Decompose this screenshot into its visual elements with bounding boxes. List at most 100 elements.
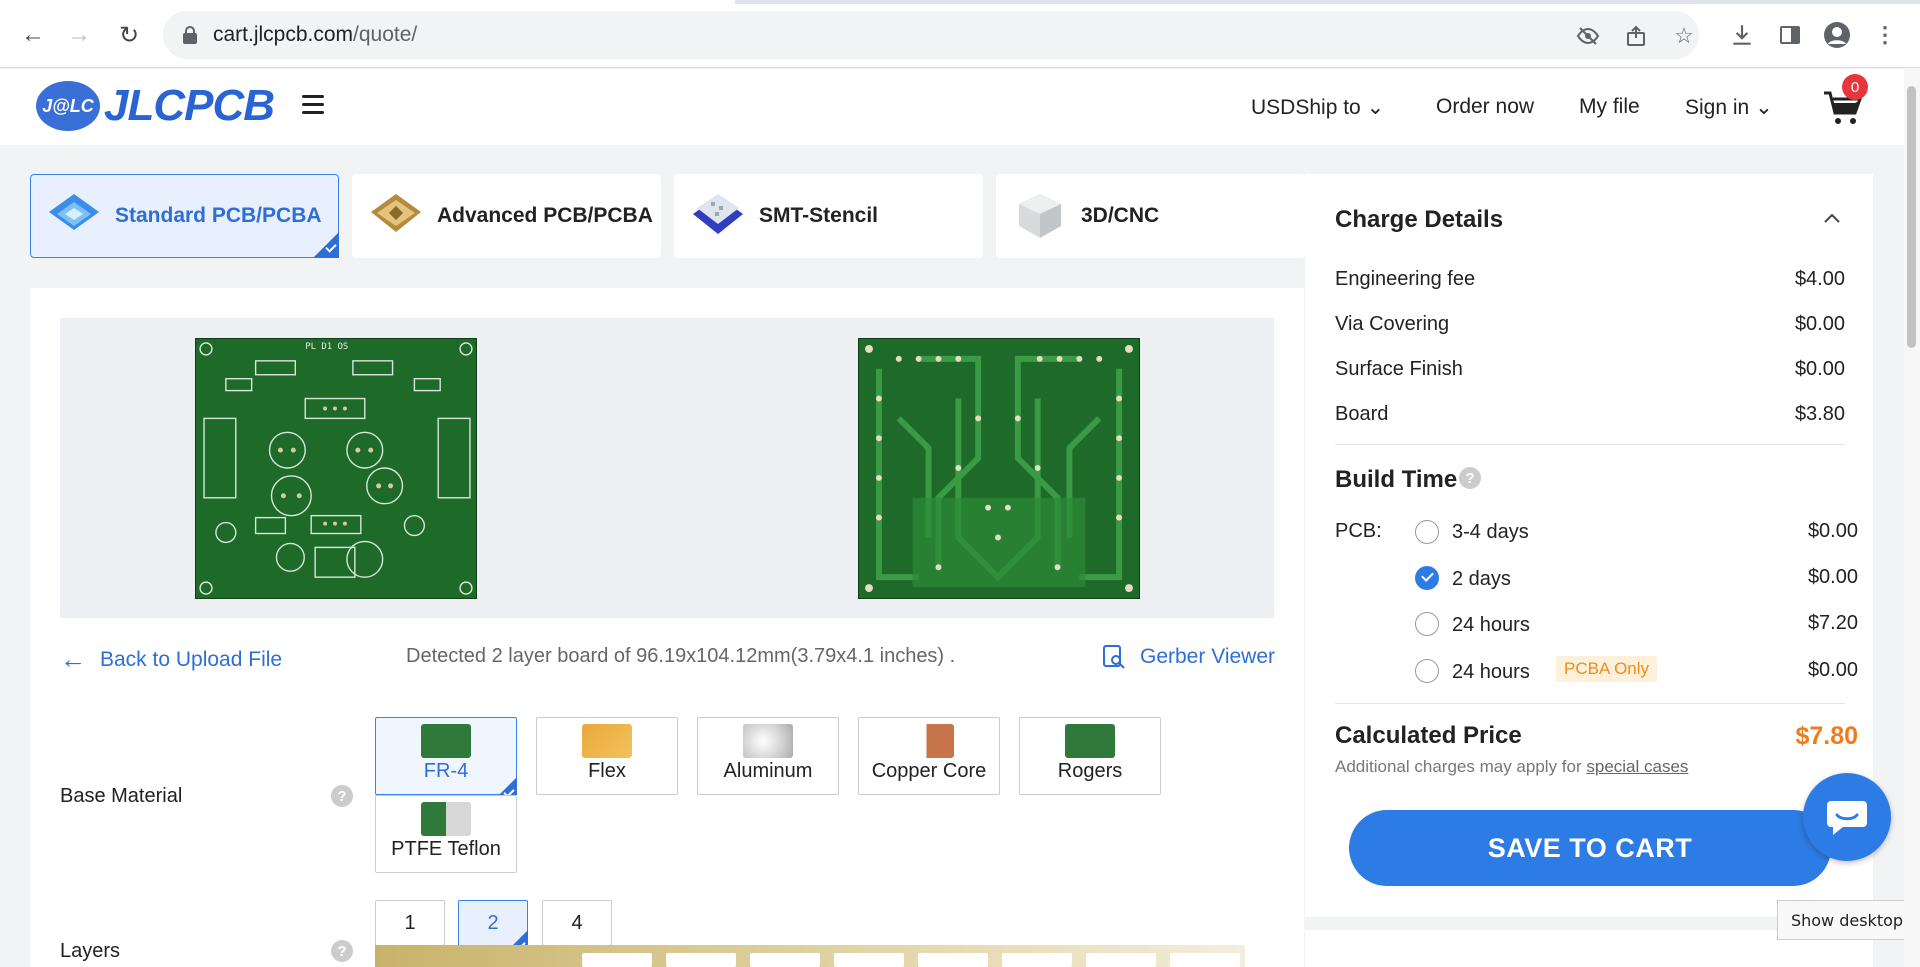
calculated-price-note: Additional charges may apply for special… [1335,757,1688,777]
save-to-cart-button[interactable]: SAVE TO CART [1349,810,1831,886]
url-host: cart.jlcpcb.com [213,23,354,46]
build-option-price: $7.20 [1807,612,1858,634]
charge-details-title: Charge Details [1335,206,1504,233]
calculated-price-title: Calculated Price [1335,722,1522,749]
hamburger-menu-icon[interactable] [296,91,326,121]
chat-button[interactable] [1803,773,1891,861]
special-cases-link[interactable]: special cases [1586,757,1688,776]
fee-value: $4.00 [1794,268,1845,290]
jlcpcb-logo[interactable]: J@LC JLCPCB [36,78,275,134]
forward-arrow-icon[interactable]: → [62,18,96,52]
back-link-label: Back to Upload File [100,647,283,671]
fee-value: $0.00 [1794,358,1845,380]
fee-label: Engineering fee [1335,268,1476,290]
currency-ship-to-dropdown[interactable]: USDShip to ⌄ [1251,95,1384,120]
currency-label: USDShip to [1251,96,1361,119]
material-label: FR-4 [423,760,469,782]
selected-check-icon [512,930,528,946]
scrollbar-thumb[interactable] [1907,86,1916,348]
detected-board-text: Detected 2 layer board of 96.19x104.12mm… [406,645,956,667]
radio-3-4-days[interactable] [1415,520,1439,544]
help-icon[interactable]: ? [331,940,353,962]
browser-toolbar: ← → ↻ cart.jlcpcb.com/quote/ ☆ ⋮ [0,0,1920,68]
help-icon[interactable]: ? [331,785,353,807]
chevron-up-icon[interactable] [1822,208,1842,228]
download-icon[interactable] [1727,20,1757,50]
material-flex[interactable]: Flex [536,717,678,795]
advanced-pcb-icon [371,194,421,232]
pcb-silk-title: PL D1 OS [305,342,348,352]
pcb-top-preview[interactable]: PL D1 OS [195,338,477,599]
profile-avatar-icon[interactable] [1822,20,1852,50]
pcb-bottom-artwork [859,339,1139,598]
help-icon[interactable]: ? [1459,467,1481,489]
layer-option-4[interactable]: 4 [542,900,612,946]
eye-off-icon[interactable] [1575,23,1601,49]
promo-banner-strip [375,945,1245,967]
build-option-label: 2 days [1452,568,1511,590]
tab-strip [0,0,1920,4]
selected-check-icon [313,232,339,258]
3d-cnc-icon [1019,194,1061,238]
side-panel-icon[interactable] [1775,20,1805,50]
rogers-thumbnail [1065,724,1115,758]
tab-advanced-pcb[interactable]: Advanced PCB/PCBA [352,174,661,258]
sign-in-dropdown[interactable]: Sign in ⌄ [1685,95,1773,120]
copper-core-thumbnail [904,724,954,758]
back-arrow-icon[interactable]: ← [16,18,50,52]
pcb-build-label: PCB: [1335,520,1382,542]
build-option-price: $0.00 [1807,520,1858,542]
material-rogers[interactable]: Rogers [1019,717,1161,795]
material-label: PTFE Teflon [391,838,501,860]
tab-standard-pcb[interactable]: Standard PCB/PCBA [30,174,339,258]
arrow-left-icon: ← [60,644,86,674]
build-option-label: 3-4 days [1452,521,1529,543]
gerber-viewer-label: Gerber Viewer [1140,645,1276,668]
calculated-price-value: $7.80 [1795,722,1858,750]
material-aluminum[interactable]: Aluminum [697,717,839,795]
material-fr4[interactable]: FR-4 [375,717,517,795]
material-label: Rogers [1057,760,1123,782]
share-icon[interactable] [1623,23,1649,49]
tab-3d-cnc[interactable]: 3D/CNC [996,174,1305,258]
radio-2-days[interactable] [1415,566,1439,590]
pcb-bottom-preview[interactable] [858,338,1140,599]
fee-board: Board $3.80 [1335,403,1845,426]
note-text: Additional charges may apply for [1335,757,1587,776]
fr4-thumbnail [421,724,471,758]
tab-smt-stencil[interactable]: SMT-Stencil [674,174,983,258]
fee-value: $0.00 [1794,313,1845,335]
reload-icon[interactable]: ↻ [112,18,146,52]
build-option-price: $0.00 [1807,659,1858,681]
standard-pcb-icon [49,194,99,230]
layer-option-2[interactable]: 2 [458,900,528,946]
address-bar[interactable]: cart.jlcpcb.com/quote/ ☆ [163,11,1699,59]
gerber-viewer-icon [1103,645,1125,669]
smt-stencil-icon [693,194,743,234]
sign-in-label: Sign in [1685,96,1750,119]
my-file-link[interactable]: My file [1579,95,1640,119]
fee-label: Via Covering [1335,313,1450,335]
cart-count-badge: 0 [1842,74,1868,100]
selected-check-icon [499,777,517,795]
order-now-link[interactable]: Order now [1436,95,1534,119]
material-copper-core[interactable]: Copper Core [858,717,1000,795]
ptfe-thumbnail [421,802,471,836]
build-option-label: 24 hours [1452,614,1530,636]
show-desktop-tooltip: Show desktop [1777,900,1917,940]
kebab-menu-icon[interactable]: ⋮ [1870,20,1900,50]
star-icon[interactable]: ☆ [1671,23,1697,49]
tab-label: SMT-Stencil [759,204,879,227]
page-scrollbar[interactable] [1904,68,1920,967]
gerber-viewer-link[interactable]: Gerber Viewer [1102,644,1275,670]
active-tab[interactable] [0,0,735,4]
url-path: /quote/ [353,23,418,46]
fee-surface-finish: Surface Finish $0.00 [1335,358,1845,381]
radio-24-hours[interactable] [1415,612,1439,636]
radio-24-hours-pcba[interactable] [1415,659,1439,683]
back-to-upload-link[interactable]: ← Back to Upload File [60,644,282,675]
layers-label: Layers [60,940,121,962]
layer-option-1[interactable]: 1 [375,900,445,946]
tab-label: Standard PCB/PCBA [115,204,322,227]
material-ptfe-teflon[interactable]: PTFE Teflon [375,795,517,873]
